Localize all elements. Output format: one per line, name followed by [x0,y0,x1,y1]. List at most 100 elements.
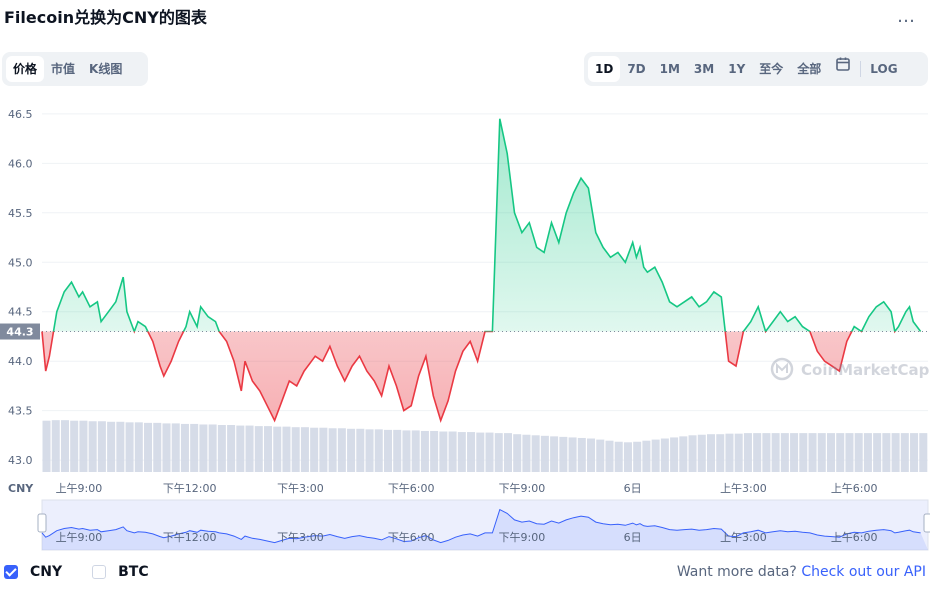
navigator-tick-label: 上午3:00 [720,531,767,544]
volume-bar [42,420,51,472]
volume-bar [411,430,420,472]
volume-bar [762,433,771,472]
volume-bar [513,434,522,472]
volume-bar [688,435,697,472]
volume-bar [494,433,503,472]
y-tick-label: 44.5 [8,306,33,319]
volume-bar [88,421,97,472]
x-tick-label: 上午6:00 [831,482,878,495]
volume-bar [171,423,180,472]
navigator-tick-label: 下午6:00 [388,531,435,544]
more-icon[interactable]: … [897,6,916,27]
metric-tabs: 价格 市值 K线图 [2,52,148,86]
volume-bar [614,441,623,472]
volume-bar [910,433,919,472]
volume-bar [254,426,263,472]
volume-bar [134,422,143,472]
legend: CNY BTC [4,564,149,580]
volume-bar [550,436,559,472]
calendar-icon[interactable] [828,56,858,82]
current-price-label: 44.3 [6,326,33,339]
volume-bar [245,425,254,472]
volume-bar [79,420,88,472]
volume-bar [356,428,365,472]
volume-bar [734,433,743,472]
range-ytd[interactable]: 至今 [752,56,790,82]
volume-bar [817,433,826,472]
x-tick-label: 下午3:00 [277,482,324,495]
navigator-tick-label: 上午9:00 [56,531,103,544]
volume-bar [753,433,762,472]
y-tick-label: 46.5 [8,108,33,121]
volume-bar [540,435,549,472]
page-title: Filecoin兑换为CNY的图表 [4,8,207,27]
volume-bar [623,442,632,472]
x-tick-label: 下午9:00 [499,482,546,495]
x-tick-label: 上午9:00 [56,482,103,495]
navigator-tick-label: 下午12:00 [163,531,217,544]
y-tick-label: 43.0 [8,454,33,467]
volume-bar [780,433,789,472]
volume-bar [577,437,586,472]
volume-bar [300,427,309,472]
y-tick-label: 45.0 [8,256,33,269]
volume-bar [347,428,356,472]
coinmarketcap-logo: CoinMarketCap [770,357,930,381]
log-toggle[interactable]: LOG [863,56,904,82]
volume-bar [826,433,836,472]
volume-bar [374,429,383,472]
btc-checkbox[interactable] [92,565,107,579]
y-tick-label: 46.0 [8,157,33,170]
volume-bar [873,433,882,472]
tab-price[interactable]: 价格 [6,56,45,82]
volume-bar [522,434,531,472]
volume-bar [836,433,845,472]
volume-bar [60,420,69,472]
volume-bar [919,433,928,472]
y-tick-label: 44.0 [8,355,33,368]
volume-bar [180,423,189,472]
range-1d[interactable]: 1D [588,56,621,82]
volume-bar [402,430,411,472]
volume-bar [70,420,79,472]
volume-bar [587,438,596,472]
volume-bar [310,427,319,472]
volume-bar [393,429,402,472]
x-tick-label: 下午12:00 [163,482,217,495]
navigator-handle-right[interactable] [923,513,930,533]
volume-bar [208,424,217,472]
navigator-tick-label: 下午3:00 [277,531,324,544]
volume-bar [430,430,439,472]
cny-checkbox[interactable] [4,565,18,579]
range-3m[interactable]: 3M [687,56,721,82]
legend-btc-label: BTC [118,564,149,580]
price-chart[interactable]: 43.0 43.5 44.0 44.5 45.0 45.5 46.0 46.5 44.3 Coin… [0,100,930,556]
volume-bar [116,421,125,472]
volume-bar [153,422,162,472]
divider [860,61,862,77]
range-7d[interactable]: 7D [620,56,652,82]
volume-bar [319,427,328,472]
volume-bar [328,428,337,472]
tab-market-cap[interactable]: 市值 [44,56,82,82]
y-tick-label: 45.5 [8,207,33,220]
currency-axis-label: CNY [8,482,34,495]
watermark-text: CoinMarketCap [801,361,930,379]
volume-bar [467,432,476,472]
tab-candlestick[interactable]: K线图 [82,56,129,82]
volume-bar [420,430,429,472]
navigator-handle-left[interactable] [37,513,47,533]
footer-text: Want more data? [676,564,797,580]
volume-bar [337,428,346,472]
volume-bar [531,435,540,472]
range-1y[interactable]: 1Y [721,56,752,82]
volume-bar [559,436,568,472]
range-all[interactable]: 全部 [790,56,828,82]
volume-bar [707,434,716,472]
x-tick-label: 下午6:00 [388,482,435,495]
api-link[interactable]: Check out our API [801,564,926,580]
range-1m[interactable]: 1M [653,56,687,82]
volume-bar [217,425,226,472]
volume-bar [282,426,291,472]
volume-bar [107,421,116,472]
